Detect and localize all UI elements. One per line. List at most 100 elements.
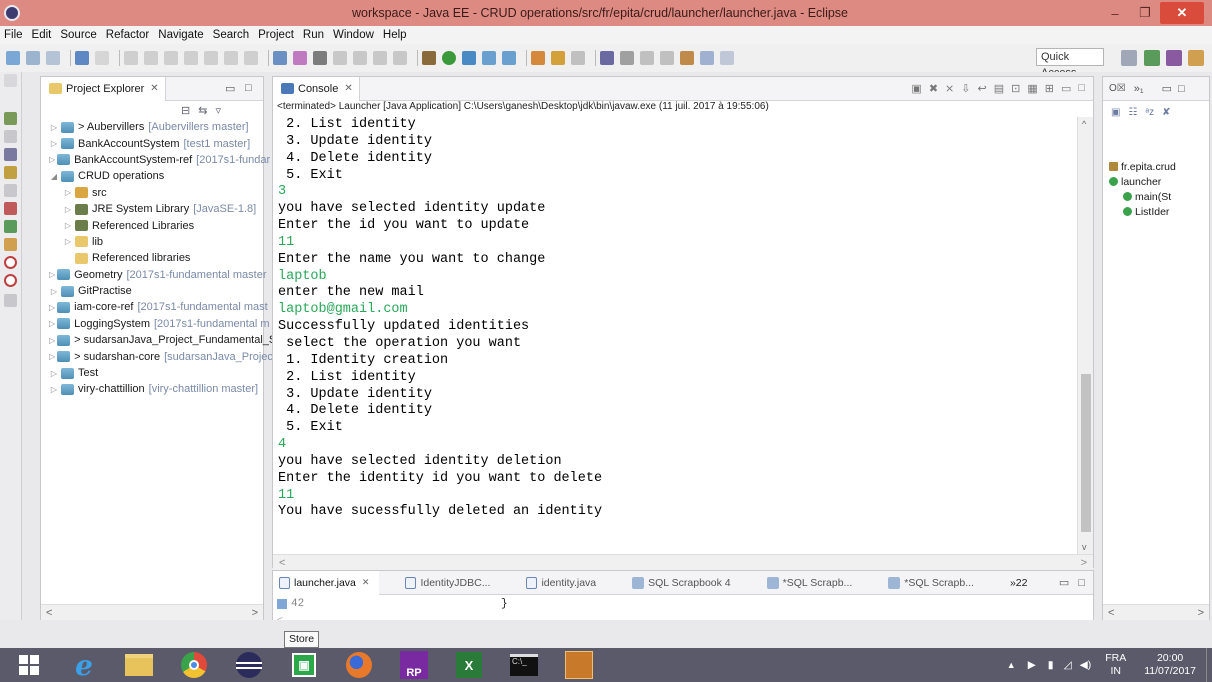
minimized-view-icon[interactable] [4,294,17,307]
run-icon[interactable] [442,51,456,65]
menu-file[interactable]: File [4,29,23,41]
close-icon[interactable]: ✕ [344,83,352,94]
editor-tab[interactable]: *SQL Scrapb... [761,571,863,595]
vertical-scrollbar[interactable]: ^ v [1077,117,1093,554]
tree-item[interactable]: ▷ GitPractise [41,283,263,299]
store-icon[interactable]: ▣ [283,649,325,681]
horizontal-scrollbar[interactable]: < > [1103,604,1209,621]
back-icon[interactable] [700,51,714,65]
firefox-icon[interactable] [338,649,380,681]
skip-breakpoints-icon[interactable] [95,51,109,65]
maximize-icon[interactable]: □ [245,82,252,94]
command-prompt-icon[interactable]: C:\_ [503,649,545,681]
maximize-icon[interactable]: □ [1178,83,1185,95]
tree-item[interactable]: ▷ BankAccountSystem [test1 master] [41,135,263,151]
close-icon[interactable]: ✕ [150,83,158,94]
problems-icon[interactable] [4,202,17,215]
new-server-icon[interactable] [502,51,516,65]
sort-icon[interactable]: ☷ [1128,107,1137,118]
scroll-thumb[interactable] [1081,374,1091,532]
volume-icon[interactable]: ◀) [1080,659,1092,671]
expand-arrow-icon[interactable]: ▷ [49,336,55,345]
tree-item[interactable]: ▷ BankAccountSystem-ref [2017s1-fundar [41,152,270,168]
next-annotation-icon[interactable] [640,51,654,65]
outline-item[interactable]: ListIder [1109,204,1176,219]
expand-arrow-icon[interactable]: ▷ [49,303,55,312]
console-icon[interactable] [273,51,287,65]
menu-source[interactable]: Source [60,29,96,41]
annotation-icon[interactable] [600,51,614,65]
outline-item[interactable]: launcher [1109,174,1176,189]
open-type-icon[interactable] [531,51,545,65]
java-perspective-icon[interactable] [1188,50,1204,66]
minimize-icon[interactable]: ▭ [225,82,235,95]
hide-static-icon[interactable]: ᵃz [1145,107,1154,118]
more-views-icon[interactable]: »₁ [1134,83,1144,95]
view-menu-icon[interactable]: ▿ [215,104,221,117]
expand-arrow-icon[interactable]: ▷ [49,123,59,132]
remove-all-icon[interactable]: ⨯ [945,82,954,95]
editor-tab[interactable]: IdentityJDBC... [399,571,500,595]
expand-arrow-icon[interactable]: ▷ [49,352,55,361]
tasks-icon[interactable] [4,220,17,233]
java-ee-perspective-icon[interactable] [1144,50,1160,66]
remove-launch-icon[interactable]: ✖ [929,82,938,95]
toolbar-icon[interactable] [373,51,387,65]
refactor-icon[interactable] [293,51,307,65]
more-tabs-button[interactable]: »22 [1010,577,1028,589]
run-config-icon[interactable] [313,51,327,65]
horizontal-scrollbar[interactable]: < > [273,554,1093,571]
debug-perspective-icon[interactable] [1166,50,1182,66]
last-edit-icon[interactable] [680,51,694,65]
hide-nonpublic-icon[interactable]: ✘ [1162,107,1170,118]
expand-arrow-icon[interactable]: ▷ [49,270,55,279]
tree-item[interactable]: ▷ Referenced Libraries [41,217,263,233]
quick-access-input[interactable]: Quick Access [1036,48,1104,79]
tree-item[interactable]: ◢ CRUD operations [41,168,263,184]
tree-item[interactable]: ▷ > sudarshan-core [sudarsanJava_Project [41,348,276,364]
restore-icon[interactable] [4,74,17,87]
hide-fields-icon[interactable]: ▣ [1111,107,1120,118]
editor-tab[interactable]: identity.java [520,571,606,595]
minimize-icon[interactable]: ▭ [1059,577,1069,589]
tree-item[interactable]: ▷ > Aubervillers [Aubervillers master] [41,119,263,135]
expand-arrow-icon[interactable]: ▷ [49,139,59,148]
error-log-icon[interactable] [4,274,17,287]
menu-project[interactable]: Project [258,29,294,41]
excel-icon[interactable]: X [448,649,490,681]
menu-navigate[interactable]: Navigate [158,29,203,41]
prev-annotation-icon[interactable] [660,51,674,65]
minimize-icon[interactable]: ▭ [1061,82,1071,95]
minimize-button[interactable]: ‒ [1100,3,1130,23]
tree-item[interactable]: ▷ src [41,185,263,201]
show-desktop-button[interactable] [1206,648,1212,682]
expand-arrow-icon[interactable]: ▷ [63,188,73,197]
menu-refactor[interactable]: Refactor [106,29,149,41]
maximize-icon[interactable]: □ [1078,82,1085,95]
expand-arrow-icon[interactable]: ▷ [49,287,59,296]
expand-arrow-icon[interactable]: ▷ [63,221,73,230]
console-output[interactable]: 2. List identity 3. Update identity 4. D… [273,117,1077,554]
rp-app-icon[interactable]: RP [393,649,435,681]
java-ee-icon[interactable] [558,649,600,681]
terminate-icon[interactable] [164,51,178,65]
error-log-icon[interactable] [4,256,17,269]
collapse-all-icon[interactable]: ⊟ [181,104,190,117]
windows-start-icon[interactable] [8,649,50,681]
language-indicator[interactable]: FRA IN [1105,652,1126,678]
link-editor-icon[interactable]: ⇆ [198,104,207,117]
tab-project-explorer[interactable]: Project Explorer ✕ [41,76,166,101]
hierarchy-icon[interactable] [4,166,17,179]
open-perspective-icon[interactable] [1121,50,1137,66]
close-button[interactable]: ✕ [1160,2,1204,24]
tree-item[interactable]: ▷ lib [41,234,263,250]
expand-arrow-icon[interactable]: ◢ [49,172,59,181]
maximize-icon[interactable]: □ [1078,577,1085,589]
search-icon[interactable] [571,51,585,65]
eclipse-icon[interactable] [4,5,20,21]
menu-search[interactable]: Search [213,29,249,41]
menu-window[interactable]: Window [333,29,374,41]
terminate-icon[interactable]: ▣ [911,82,921,95]
flag-icon[interactable]: ▶ [1028,659,1036,671]
disconnect-icon[interactable] [184,51,198,65]
